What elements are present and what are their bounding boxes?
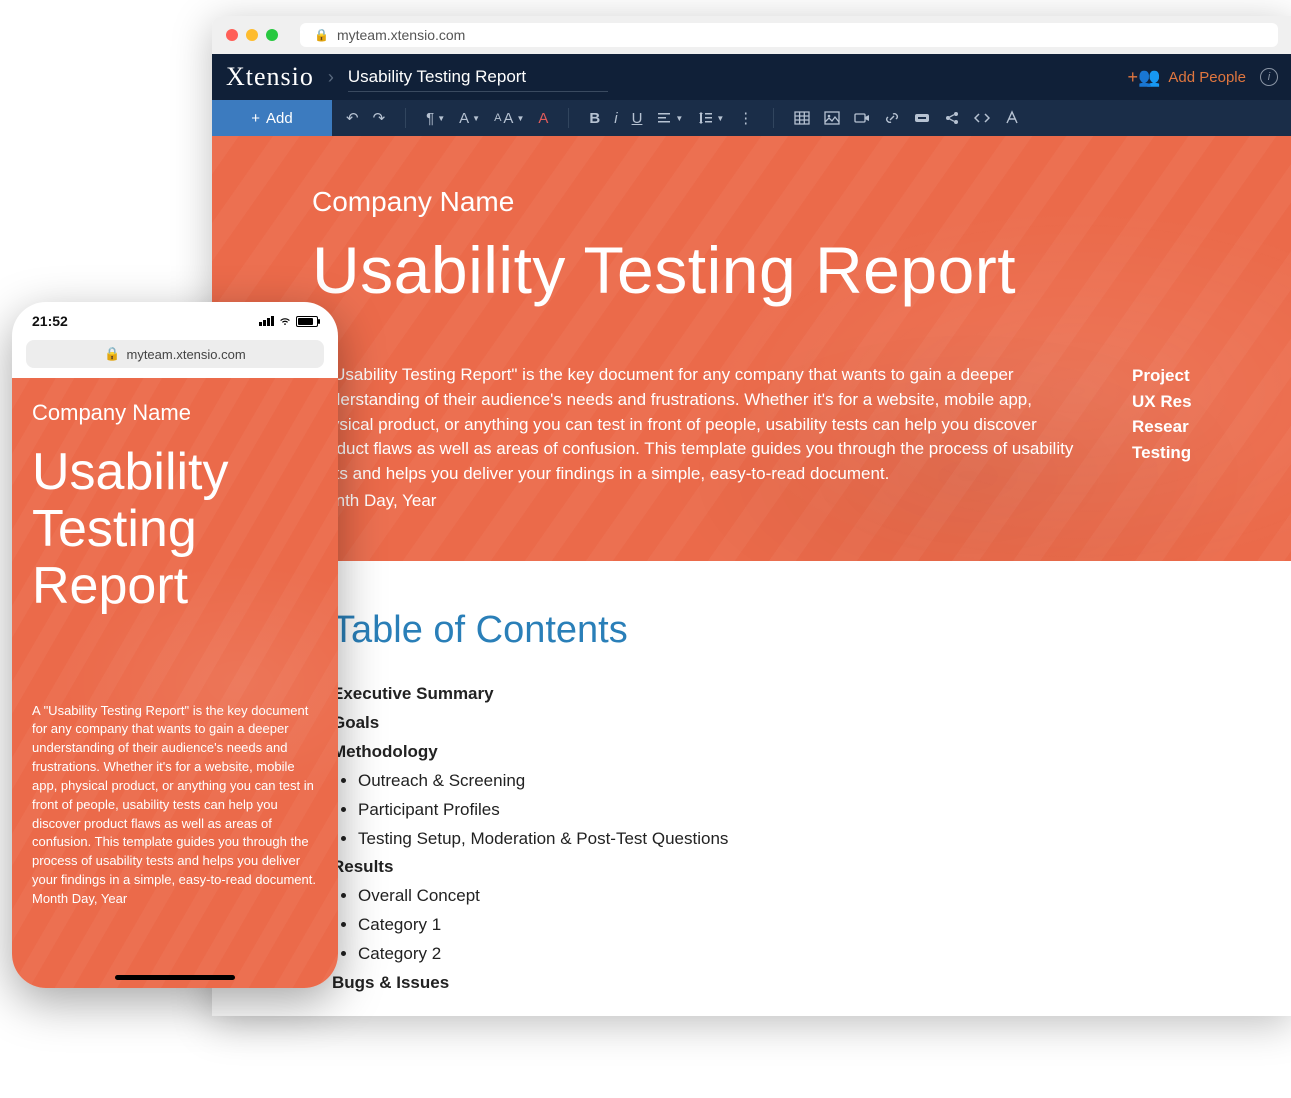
browser-url-bar[interactable]: 🔒 myteam.xtensio.com <box>300 23 1278 47</box>
app-logo[interactable]: Xtensio <box>226 62 314 92</box>
toc-subitem[interactable]: Overall Concept <box>358 882 1172 911</box>
hero-description[interactable]: A "Usability Testing Report" is the key … <box>312 363 1092 513</box>
toc-heading: Table of Contents <box>332 609 1172 652</box>
window-maximize-icon[interactable] <box>266 29 278 41</box>
phone-doc-title: Usability Testing Report <box>32 444 318 616</box>
battery-icon <box>296 316 318 327</box>
align-icon <box>656 110 672 126</box>
hero-meta-line: Project <box>1132 363 1192 389</box>
wifi-icon <box>278 314 292 328</box>
add-button[interactable]: + Add <box>212 100 332 136</box>
text-color-button[interactable]: A <box>538 110 548 127</box>
table-button[interactable] <box>794 110 810 126</box>
toc-item[interactable]: Executive Summary <box>332 680 1172 709</box>
toc-subitem[interactable]: Outreach & Screening <box>358 767 1172 796</box>
window-close-icon[interactable] <box>226 29 238 41</box>
image-button[interactable] <box>824 110 840 126</box>
font-size-button[interactable]: AA▼ <box>494 110 524 127</box>
hero-description-text: A "Usability Testing Report" is the key … <box>312 365 1073 483</box>
browser-window: 🔒 myteam.xtensio.com Xtensio › Usability… <box>212 16 1291 1016</box>
add-people-icon: +👥 <box>1127 67 1160 88</box>
browser-url-text: myteam.xtensio.com <box>337 27 465 43</box>
document-title-input[interactable]: Usability Testing Report <box>348 63 608 92</box>
undo-button[interactable]: ↶ <box>346 109 359 127</box>
browser-chrome: 🔒 myteam.xtensio.com <box>212 16 1291 54</box>
toc-subitem[interactable]: Category 2 <box>358 940 1172 969</box>
app-header: Xtensio › Usability Testing Report +👥 Ad… <box>212 54 1291 100</box>
phone-url-text: myteam.xtensio.com <box>126 347 245 362</box>
editor-toolbar: + Add ↶ ↷ ¶▼ A▼ AA▼ A B i U ▼ ▼ ⋮ <box>212 100 1291 136</box>
phone-description-text: A "Usability Testing Report" is the key … <box>32 703 316 888</box>
toc-item[interactable]: Methodology <box>332 738 1172 767</box>
window-minimize-icon[interactable] <box>246 29 258 41</box>
style-button[interactable] <box>1004 110 1020 126</box>
redo-button[interactable]: ↷ <box>373 109 386 127</box>
hero-meta-line: UX Res <box>1132 389 1192 415</box>
phone-home-indicator[interactable] <box>115 975 235 980</box>
phone-description: A "Usability Testing Report" is the key … <box>32 702 318 909</box>
phone-date: Month Day, Year <box>32 891 127 906</box>
button-icon <box>914 110 930 126</box>
phone-url-bar[interactable]: 🔒 myteam.xtensio.com <box>26 340 324 368</box>
hero-meta-line: Resear <box>1132 414 1192 440</box>
table-icon <box>794 110 810 126</box>
hero-date: Month Day, Year <box>312 489 1092 514</box>
underline-button[interactable]: U <box>632 110 643 127</box>
phone-status-bar: 21:52 <box>12 302 338 340</box>
phone-company-name: Company Name <box>32 400 318 426</box>
phone-time: 21:52 <box>32 313 68 329</box>
toc-item[interactable]: Bugs & Issues <box>332 969 1172 998</box>
link-icon <box>884 110 900 126</box>
align-button[interactable]: ▼ <box>656 110 683 126</box>
phone-document: Company Name Usability Testing Report A … <box>12 378 338 988</box>
toc-list: Executive Summary Goals Methodology Outr… <box>332 680 1172 998</box>
phone-mockup: 21:52 🔒 myteam.xtensio.com Company Name … <box>12 302 338 988</box>
toc-subitem[interactable]: Participant Profiles <box>358 796 1172 825</box>
hero-meta-line: Testing <box>1132 440 1192 466</box>
font-family-button[interactable]: A▼ <box>459 110 480 127</box>
info-icon[interactable]: i <box>1260 68 1278 86</box>
button-insert-button[interactable] <box>914 110 930 126</box>
more-format-button[interactable]: ⋮ <box>738 109 753 127</box>
add-people-label: Add People <box>1168 69 1246 86</box>
paragraph-style-button[interactable]: ¶▼ <box>426 110 445 127</box>
link-button[interactable] <box>884 110 900 126</box>
italic-button[interactable]: i <box>614 110 617 127</box>
share-button[interactable] <box>944 110 960 126</box>
share-icon <box>944 110 960 126</box>
toc-item[interactable]: Goals <box>332 709 1172 738</box>
line-height-icon <box>697 110 713 126</box>
hero-meta-block[interactable]: Project UX Res Resear Testing <box>1132 363 1192 513</box>
line-height-button[interactable]: ▼ <box>697 110 724 126</box>
cell-signal-icon <box>259 316 274 326</box>
lock-icon: 🔒 <box>314 28 329 42</box>
plus-icon: + <box>251 110 260 127</box>
document-body[interactable]: Table of Contents Executive Summary Goal… <box>212 561 1291 998</box>
company-name[interactable]: Company Name <box>312 186 1192 218</box>
code-icon <box>974 110 990 126</box>
breadcrumb-separator-icon: › <box>328 67 334 88</box>
embed-button[interactable] <box>974 110 990 126</box>
bold-button[interactable]: B <box>589 110 600 127</box>
toc-subitem[interactable]: Category 1 <box>358 911 1172 940</box>
lock-icon: 🔒 <box>104 346 120 362</box>
image-icon <box>824 110 840 126</box>
video-icon <box>854 110 870 126</box>
style-icon <box>1004 110 1020 126</box>
toc-item[interactable]: Results <box>332 853 1172 882</box>
add-button-label: Add <box>266 110 293 127</box>
video-button[interactable] <box>854 110 870 126</box>
add-people-button[interactable]: +👥 Add People <box>1127 67 1246 88</box>
toc-subitem[interactable]: Testing Setup, Moderation & Post-Test Qu… <box>358 825 1172 854</box>
document-hero: Company Name Usability Testing Report A … <box>212 136 1291 561</box>
document-main-title[interactable]: Usability Testing Report <box>312 236 1192 305</box>
